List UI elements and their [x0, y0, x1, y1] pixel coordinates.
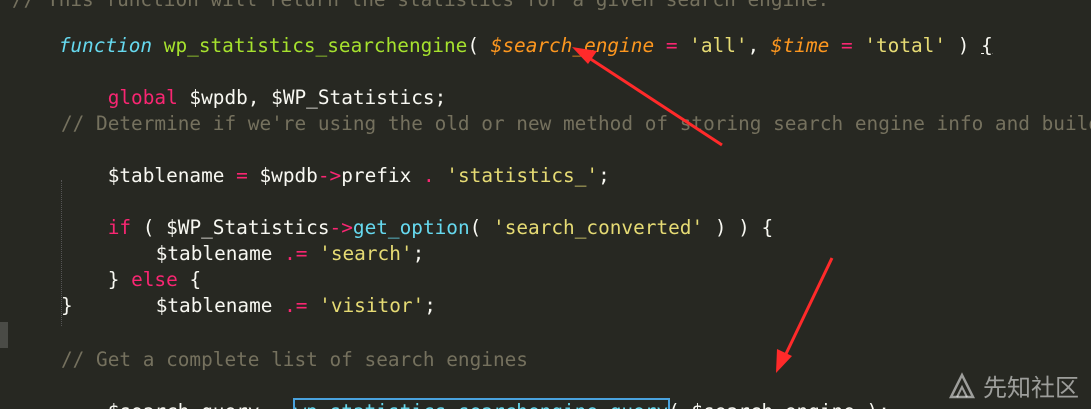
watermark-logo-icon — [948, 371, 976, 398]
code-editor[interactable]: // This function will return the statist… — [0, 0, 1091, 409]
arrow-annotation-bottom — [776, 257, 834, 373]
watermark-text: 先知社区 — [983, 374, 1079, 402]
watermark: 先知社区 — [947, 368, 1079, 403]
arrow-annotation-top — [572, 47, 723, 147]
annotation-overlay — [572, 47, 834, 373]
